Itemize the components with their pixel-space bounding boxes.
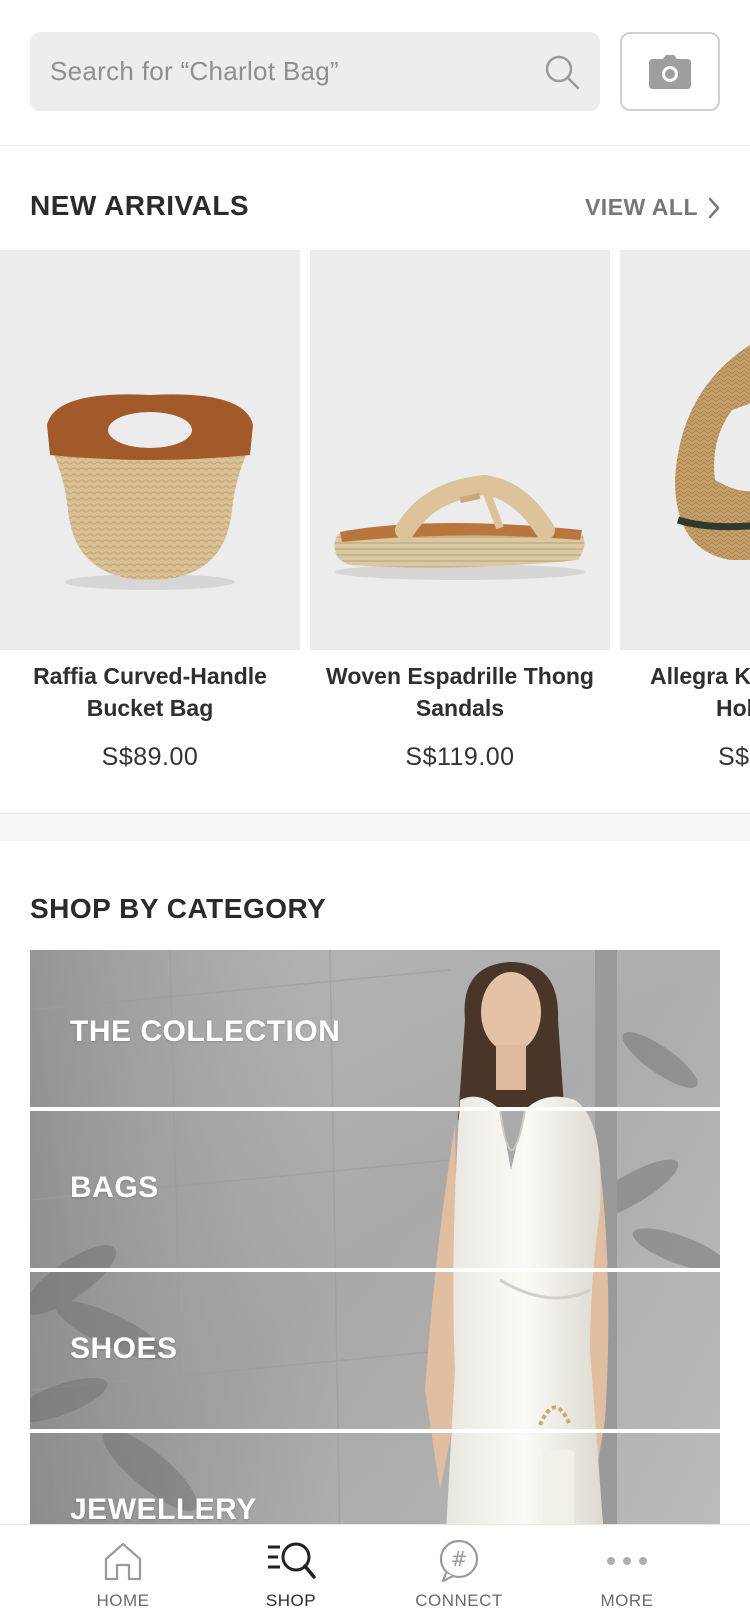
camera-icon <box>649 54 691 89</box>
product-price: S$89.00 <box>101 743 199 771</box>
product-name-line: Raffia Curved-Handle <box>33 663 267 689</box>
search-input[interactable]: Search for “Charlot Bag” <box>30 32 600 111</box>
product-name-line: Bucket Bag <box>86 695 214 721</box>
new-arrivals-title: NEW ARRIVALS <box>30 190 250 221</box>
nav-label: MORE <box>600 1591 654 1610</box>
category-item-shoes[interactable]: SHOES <box>30 1272 720 1429</box>
chevron-right-icon <box>708 197 720 218</box>
nav-label: SHOP <box>265 1591 317 1610</box>
product-price: S$119.00 <box>405 743 515 771</box>
new-arrivals-carousel[interactable]: Raffia Curved-Handle Bucket Bag S$89.00 <box>0 250 750 780</box>
home-icon <box>104 1542 142 1581</box>
nav-item-connect[interactable]: # CONNECT <box>389 1525 529 1624</box>
more-dots-icon <box>607 1557 647 1565</box>
product-card[interactable]: Woven Espadrille Thong Sandals S$119.00 <box>310 250 610 780</box>
nav-item-more[interactable]: MORE <box>557 1525 697 1624</box>
product-image-espadrille-sandals[interactable] <box>310 250 610 650</box>
product-image-bucket-bag[interactable] <box>0 250 300 650</box>
product-name-line: Hol <box>716 695 750 721</box>
category-label: SHOES <box>70 1332 178 1365</box>
shop-search-icon <box>268 1542 316 1579</box>
camera-search-button[interactable] <box>620 32 720 111</box>
nav-item-home[interactable]: HOME <box>53 1525 193 1624</box>
nav-label: CONNECT <box>415 1591 503 1610</box>
section-divider <box>0 813 750 841</box>
product-card[interactable]: Allegra Kn Hol S$ <box>620 250 750 780</box>
bottom-nav: HOME SHOP # CONNECT MORE <box>0 1524 750 1624</box>
product-name-line: Woven Espadrille Thong <box>326 663 594 689</box>
nav-item-shop[interactable]: SHOP <box>221 1525 361 1624</box>
category-list: THE COLLECTION BAGS SHOES JEWELLERY <box>30 950 720 1524</box>
category-item-the-collection[interactable]: THE COLLECTION <box>30 950 720 1107</box>
product-name[interactable]: Raffia Curved-Handle Bucket Bag <box>0 660 300 724</box>
product-card[interactable]: Raffia Curved-Handle Bucket Bag S$89.00 <box>0 250 300 780</box>
shop-by-category-title: SHOP BY CATEGORY <box>30 893 327 924</box>
category-label: JEWELLERY <box>70 1493 257 1524</box>
product-price: S$ <box>718 743 750 771</box>
search-icon[interactable] <box>542 52 582 92</box>
search-placeholder: Search for “Charlot Bag” <box>50 56 339 86</box>
category-label: THE COLLECTION <box>70 1015 341 1048</box>
svg-text:#: # <box>451 1547 468 1571</box>
product-name-line: Sandals <box>415 695 505 721</box>
category-item-jewellery[interactable]: JEWELLERY <box>30 1433 720 1524</box>
product-name[interactable]: Allegra Kn Hol <box>620 660 750 724</box>
view-all-link[interactable]: VIEW ALL <box>585 194 720 221</box>
category-label: BAGS <box>70 1171 159 1204</box>
hashtag-icon: # <box>439 1539 479 1583</box>
search-header: Search for “Charlot Bag” <box>0 0 750 146</box>
product-name-line: Allegra Kn <box>650 663 750 689</box>
view-all-label: VIEW ALL <box>584 194 698 220</box>
product-image-knit-bag[interactable] <box>620 250 750 650</box>
nav-label: HOME <box>96 1591 150 1610</box>
product-name[interactable]: Woven Espadrille Thong Sandals <box>310 660 610 724</box>
category-item-bags[interactable]: BAGS <box>30 1111 720 1268</box>
